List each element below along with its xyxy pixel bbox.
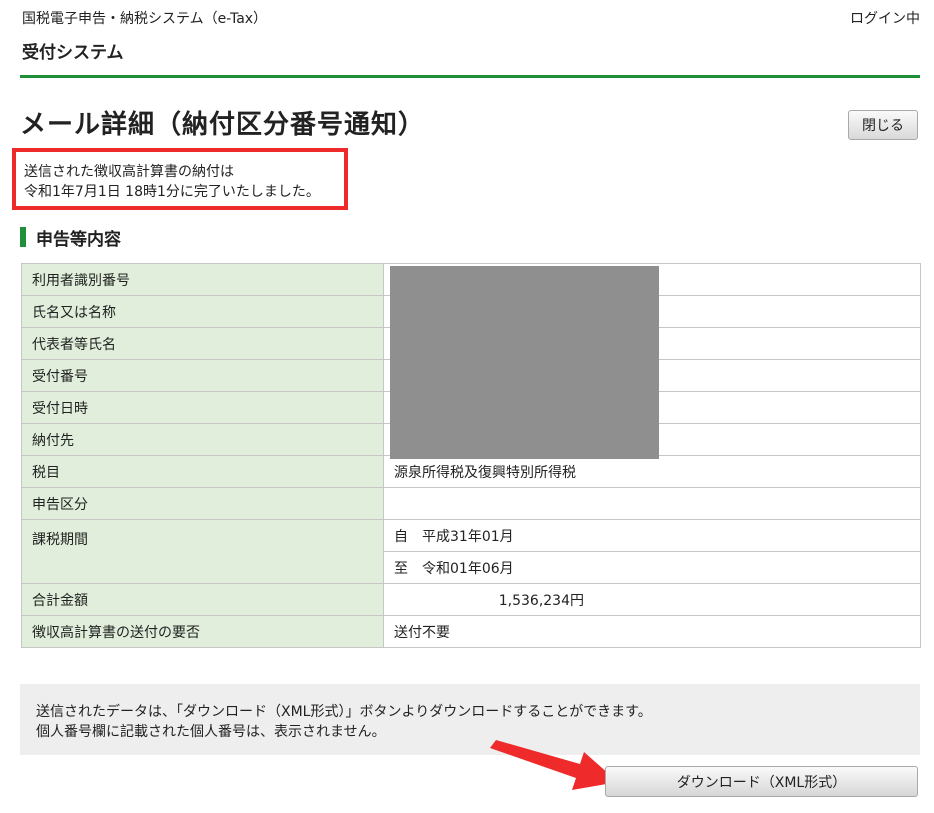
table-row: 課税期間 自 平成31年01月 <box>21 519 921 584</box>
period-to: 至 令和01年06月 <box>383 551 921 584</box>
row-label: 税目 <box>21 455 384 488</box>
login-status: ログイン中 <box>850 11 920 27</box>
row-label: 合計金額 <box>21 583 384 616</box>
row-label: 代表者等氏名 <box>21 327 384 360</box>
system-name: 受付システム <box>22 43 124 63</box>
site-title: 国税電子申告・納税システム（e-Tax） <box>22 11 268 27</box>
total-amount-cell: 1,536,234円 <box>383 583 921 616</box>
row-label: 受付番号 <box>21 359 384 392</box>
section-title: 申告等内容 <box>36 229 121 250</box>
row-label: 申告区分 <box>21 487 384 520</box>
row-value: 送付不要 <box>383 615 921 648</box>
completion-notice: 送信された徴収高計算書の納付は 令和1年7月1日 18時1分に完了いたしました。 <box>12 148 348 210</box>
row-label: 徴収高計算書の送付の要否 <box>21 615 384 648</box>
period-from: 自 平成31年01月 <box>383 519 921 552</box>
close-button[interactable]: 閉じる <box>848 110 918 140</box>
table-row: 税目 源泉所得税及復興特別所得税 <box>21 455 921 488</box>
info-panel: 送信されたデータは、「ダウンロード（XML形式）」ボタンよりダウンロードすること… <box>20 684 920 755</box>
row-label: 納付先 <box>21 423 384 456</box>
row-label: 利用者識別番号 <box>21 263 384 296</box>
tax-item-value: 源泉所得税及復興特別所得税 <box>383 455 921 488</box>
header-divider <box>20 75 920 78</box>
arrow-shape <box>490 740 618 790</box>
total-amount: 1,536,234円 <box>498 592 584 609</box>
table-row: 合計金額 1,536,234円 <box>21 583 921 616</box>
notice-line-1: 送信された徴収高計算書の納付は <box>24 164 234 180</box>
red-arrow-icon <box>490 740 618 790</box>
download-xml-button[interactable]: ダウンロード（XML形式） <box>605 766 918 797</box>
info-line-1: 送信されたデータは、「ダウンロード（XML形式）」ボタンよりダウンロードすること… <box>36 704 652 720</box>
section-marker <box>20 227 26 247</box>
row-value <box>383 487 921 520</box>
redaction-block <box>390 266 659 459</box>
top-bar: 国税電子申告・納税システム（e-Tax） ログイン中 <box>22 8 920 28</box>
info-line-2: 個人番号欄に記載された個人番号は、表示されません。 <box>36 724 386 740</box>
page-title: メール詳細（納付区分番号通知） <box>20 110 426 140</box>
table-row: 徴収高計算書の送付の要否 送付不要 <box>21 615 921 648</box>
row-label: 氏名又は名称 <box>21 295 384 328</box>
table-row: 申告区分 <box>21 487 921 520</box>
row-label: 課税期間 <box>21 519 384 584</box>
notice-line-2: 令和1年7月1日 18時1分に完了いたしました。 <box>24 184 320 200</box>
row-label: 受付日時 <box>21 391 384 424</box>
section-heading: 申告等内容 <box>20 226 121 250</box>
